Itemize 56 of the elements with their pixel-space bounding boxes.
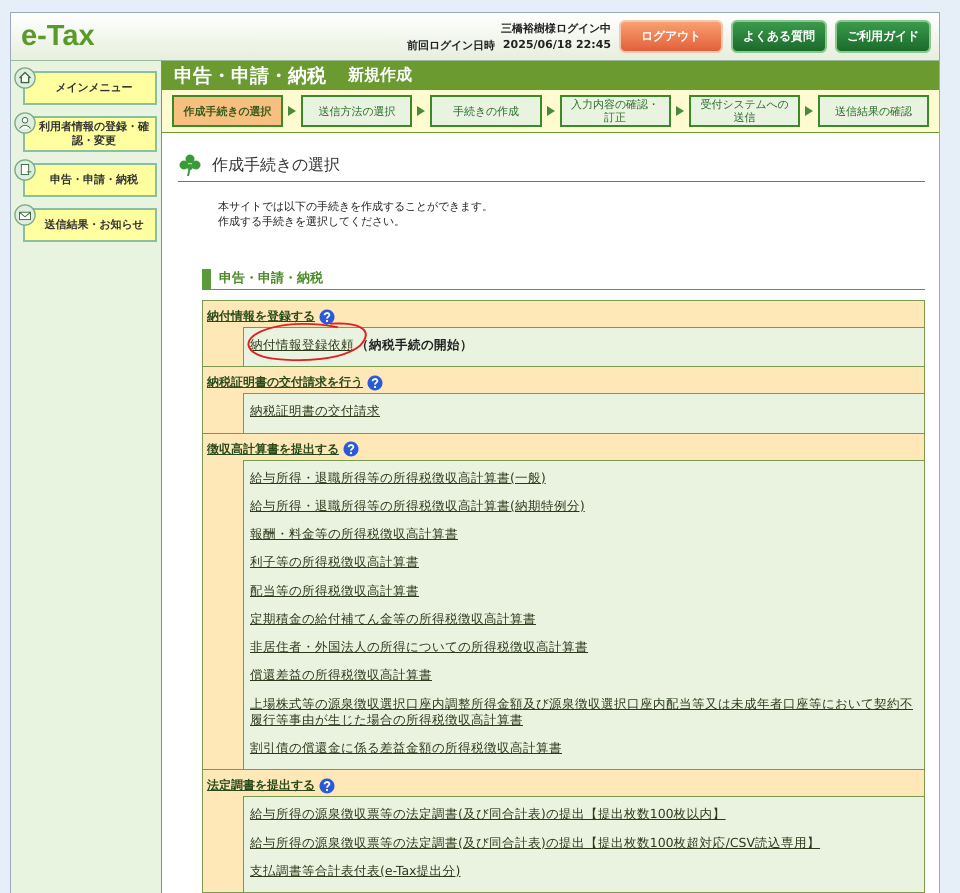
step-indicator: 送信結果の確認 — [818, 95, 930, 128]
sidebar-menu-item[interactable]: 申告・申請・納税 — [23, 162, 157, 196]
login-status: 三橋裕樹様ログイン中 — [501, 20, 611, 36]
help-icon[interactable] — [343, 441, 359, 457]
header-button[interactable]: よくある質問 — [731, 20, 827, 53]
procedure-link[interactable]: 配当等の所得税徴収高計算書 — [250, 582, 419, 599]
group-link[interactable]: 法定調書を提出する — [207, 777, 315, 794]
help-icon[interactable] — [367, 374, 383, 391]
category-heading: 申告・申請・納税 — [202, 269, 925, 290]
procedure-link[interactable]: 給与所得・退職所得等の所得税徴収高計算書(納期特例分) — [250, 498, 585, 514]
procedure-link[interactable]: 定期積金の給付補てん金等の所得税徴収高計算書 — [250, 610, 536, 627]
group-link[interactable]: 納付情報を登録する — [207, 308, 315, 325]
sidebar-menu-item[interactable]: メインメニュー — [23, 71, 157, 105]
procedure-link[interactable]: 納付情報登録依頼 — [250, 337, 354, 354]
procedure-link[interactable]: 支払調書等合計表付表(e-Tax提出分) — [250, 862, 460, 879]
arrow-icon — [417, 106, 426, 116]
step-indicator: 送信方法の選択 — [301, 95, 412, 128]
document-icon — [14, 158, 36, 180]
arrow-icon — [288, 106, 296, 116]
arrow-icon — [676, 106, 684, 116]
e-tax-logo: e-Tax — [21, 20, 95, 53]
procedure-link[interactable]: 給与所得の源泉徴収票等の法定調書(及び同合計表)の提出【提出枚数100枚超対応/CSV読込専用】 — [250, 834, 820, 851]
procedure-link[interactable]: 納税証明書の交付請求 — [250, 403, 380, 420]
procedure-link[interactable]: 報酬・料金等の所得税徴収高計算書 — [250, 526, 458, 542]
arrow-icon — [546, 106, 555, 116]
procedure-link[interactable]: 給与所得・退職所得等の所得税徴収高計算書(一般) — [250, 470, 546, 486]
clover-icon — [178, 153, 202, 178]
step-indicator: 受付システムへの送信 — [688, 95, 800, 128]
procedure-note: （納税手続の開始） — [356, 337, 473, 352]
step-indicator: 入力内容の確認・訂正 — [560, 95, 671, 128]
sidebar-menu-item[interactable]: 送信結果・お知らせ — [23, 208, 157, 242]
step-indicator: 手続きの作成 — [430, 95, 542, 128]
procedure-link[interactable]: 利子等の所得税徴収高計算書 — [250, 554, 419, 570]
group-link[interactable]: 納税証明書の交付請求を行う — [207, 374, 363, 392]
house-icon — [14, 67, 36, 89]
intro-text: 作成する手続きを選択してください。 — [218, 214, 406, 229]
help-icon[interactable] — [319, 308, 335, 324]
envelope-icon — [14, 204, 36, 226]
last-login-label: 前回ログイン日時 — [406, 38, 495, 52]
group-link[interactable]: 徴収高計算書を提出する — [207, 440, 339, 458]
procedure-link[interactable]: 割引債の償還金に係る差益金額の所得税徴収高計算書 — [250, 740, 562, 756]
page-subtitle: 新規作成 — [348, 65, 412, 86]
help-icon[interactable] — [319, 778, 335, 794]
procedure-link[interactable]: 非居住者・外国法人の所得についての所得税徴収高計算書 — [250, 639, 588, 656]
step-indicator: 作成手続きの選択 — [172, 95, 284, 128]
intro-text: 本サイトでは以下の手続きを作成することができます。 — [218, 200, 494, 215]
arrow-icon — [804, 106, 813, 116]
procedure-link[interactable]: 給与所得の源泉徴収票等の法定調書(及び同合計表)の提出【提出枚数100枚以内】 — [250, 806, 726, 822]
procedure-link[interactable]: 上場株式等の源泉徴収選択口座内調整所得金額及び源泉徴収選択口座内配当等又は未成年者口座等において契約不履行等事由が生じた場合の所得税徴収高計算書 — [250, 696, 918, 728]
section-title: 作成手続きの選択 — [212, 154, 340, 176]
last-login-time: 2025/06/18 22:45 — [502, 38, 611, 52]
header-button[interactable]: ご利用ガイド — [835, 20, 931, 53]
procedure-link[interactable]: 償還差益の所得税徴収高計算書 — [250, 667, 432, 684]
sidebar-menu-item[interactable]: 利用者情報の登録・確認・変更 — [23, 116, 157, 152]
page-title: 申告・申請・納税 — [174, 64, 326, 89]
person-icon — [14, 112, 36, 134]
